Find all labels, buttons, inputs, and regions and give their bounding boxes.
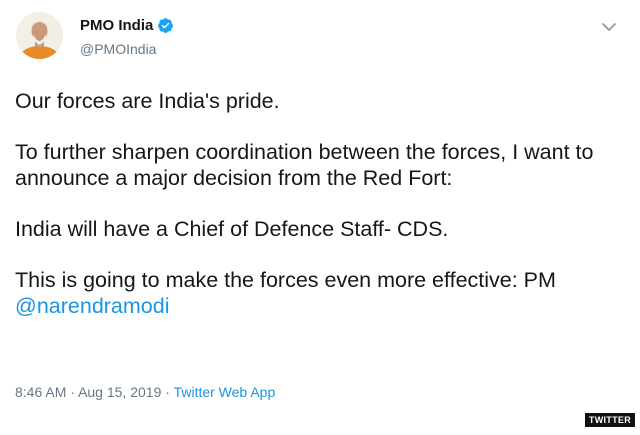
tweet-card: PMO India @PMOIndia Our forces are India…	[0, 0, 640, 435]
mention-link[interactable]: @narendramodi	[15, 294, 170, 318]
chevron-down-icon[interactable]	[600, 20, 618, 34]
tweet-paragraph: India will have a Chief of Defence Staff…	[15, 217, 449, 241]
author-handle[interactable]: @PMOIndia	[80, 41, 156, 57]
person-avatar-icon	[16, 12, 63, 59]
tweet-text: Our forces are India's pride. To further…	[15, 88, 625, 344]
meta-separator: ·	[70, 384, 75, 400]
avatar[interactable]	[16, 12, 63, 59]
display-name[interactable]: PMO India	[80, 17, 153, 34]
tweet-source-link[interactable]: Twitter Web App	[174, 384, 276, 400]
tweet-paragraph: Our forces are India's pride.	[15, 89, 280, 113]
meta-separator: ·	[165, 384, 170, 400]
tweet-paragraph-last: This is going to make the forces even mo…	[15, 267, 625, 319]
author-name-row: PMO India	[80, 17, 174, 34]
verified-badge-icon	[157, 17, 174, 34]
tweet-time[interactable]: 8:46 AM	[15, 384, 66, 400]
twitter-watermark: TWITTER	[584, 413, 635, 427]
tweet-paragraph: To further sharpen coordination between …	[15, 140, 594, 190]
tweet-date[interactable]: Aug 15, 2019	[78, 384, 161, 400]
tweet-metadata: 8:46 AM · Aug 15, 2019 · Twitter Web App	[15, 384, 275, 400]
tweet-paragraph-text: This is going to make the forces even mo…	[15, 268, 556, 292]
